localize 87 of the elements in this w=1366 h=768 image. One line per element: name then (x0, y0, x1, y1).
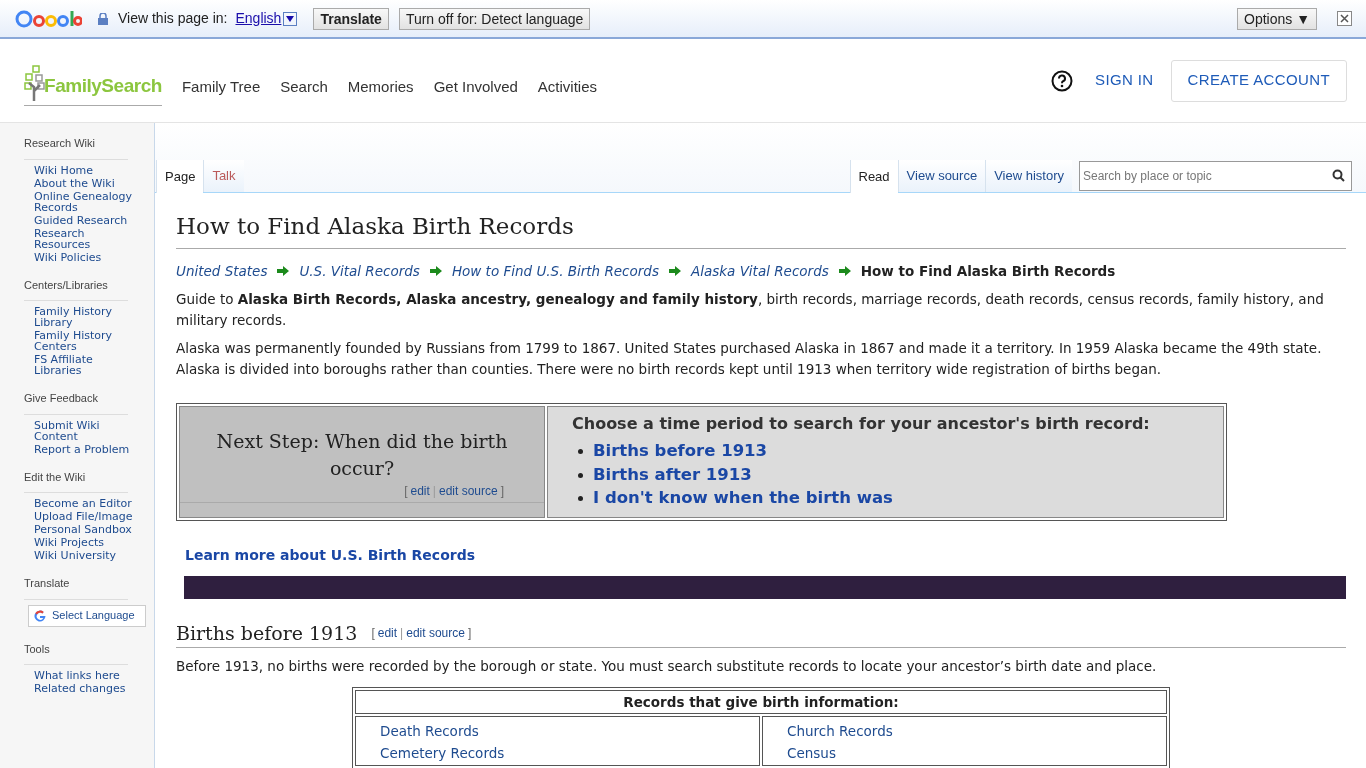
record-link[interactable]: Cemetery Records (380, 741, 759, 764)
breadcrumb-link[interactable]: U.S. Vital Records (299, 260, 420, 281)
breadcrumb-link[interactable]: Alaska Vital Records (690, 260, 829, 281)
bracket: [ (371, 625, 375, 640)
sidebar-heading: Give Feedback (24, 390, 128, 415)
close-button[interactable] (1337, 11, 1352, 26)
bracket: [ (404, 484, 408, 499)
arrow-icon (838, 265, 851, 276)
record-link[interactable]: Death Records (380, 719, 759, 742)
breadcrumb-current: How to Find Alaska Birth Records (860, 261, 1116, 281)
breadcrumb-link[interactable]: United States (176, 260, 268, 281)
view-tab[interactable]: View history (985, 160, 1072, 192)
next-step-heading: Choose a time period to search for your ancestor's birth record: (572, 412, 1151, 435)
sidebar-link[interactable]: Online Genealogy Records (34, 190, 142, 213)
view-tab[interactable]: Read (849, 160, 898, 193)
bracket: ] (467, 625, 472, 640)
sidebar-link[interactable]: Related changes (34, 683, 142, 694)
sidebar-link[interactable]: About the Wiki (34, 177, 142, 189)
search-field[interactable]: Search by place or topic (1079, 161, 1352, 191)
paragraph: Alaska was permanently founded by Russians from 1799 to 1867. United States purchased Alaska in 1867 and made it a territory. In 1959 Alaska became the 49th state. Alaska is divided into boroughs rather than counties. There were no birth records kept until 1913 when territory wide registration of births began. (176, 338, 1323, 379)
sidebar-link[interactable]: Become an Editor (34, 498, 142, 509)
page-tab[interactable]: Talk (203, 160, 244, 192)
page-tab[interactable]: Page (156, 160, 204, 193)
sidebar-heading: Tools (24, 640, 128, 665)
sidebar-link[interactable]: Family History Library (34, 306, 142, 328)
separator: | (432, 484, 436, 499)
paragraph: Guide to Alaska Birth Records, Alaska ancestry, genealogy and family history, birth records, marriage records, death records, census records, family history, and military records. (176, 289, 1325, 330)
select-language-widget[interactable]: Select Language (28, 604, 146, 627)
next-step-link[interactable]: I don't know when the birth was (593, 486, 893, 511)
sidebar-link[interactable]: Upload File/Image (34, 511, 142, 522)
bullet (578, 472, 583, 478)
breadcrumb-link[interactable]: How to Find U.S. Birth Records (451, 260, 659, 281)
sidebar-heading: Edit the Wiki (24, 468, 128, 493)
edit-source-link[interactable]: edit source (438, 484, 498, 499)
translate-button[interactable]: Translate (313, 7, 389, 30)
separator: | (400, 625, 404, 640)
table-header: Records that give birth information: (355, 689, 1167, 714)
sidebar-link[interactable]: Submit Wiki Content (34, 419, 142, 442)
search-icon[interactable] (1332, 169, 1345, 182)
learn-more-link[interactable]: Learn more about U.S. Birth Records (185, 544, 1346, 566)
nav-link[interactable]: Activities (537, 76, 598, 99)
record-link[interactable]: Church Records (787, 719, 1166, 742)
sidebar-heading: Research Wiki (24, 135, 128, 160)
turn-off-button[interactable]: Turn off for: Detect language (398, 7, 591, 30)
nav-link[interactable]: Family Tree (181, 76, 261, 99)
view-tab[interactable]: View source (897, 160, 986, 192)
lock-icon (98, 12, 108, 25)
dropdown-icon[interactable] (283, 11, 298, 26)
help-icon[interactable] (1051, 69, 1074, 92)
arrow-icon (277, 265, 290, 276)
sidebar-link[interactable]: Wiki Policies (34, 251, 142, 263)
paragraph: Before 1913, no births were recorded by the borough or state. You must search substitute records to locate your ancestor’s birth date and place. (176, 656, 1158, 676)
sign-in-link[interactable]: SIGN IN (1095, 69, 1154, 92)
sidebar-link[interactable]: Family History Centers (34, 330, 142, 352)
sidebar-heading: Translate (24, 575, 128, 600)
sidebar-link[interactable]: FS Affiliate Libraries (34, 354, 142, 376)
view-page-label: View this page in: (118, 9, 228, 28)
sidebar-link[interactable]: Guided Research (34, 214, 142, 226)
sidebar-link[interactable]: Research Resources (34, 227, 142, 250)
edit-source-link[interactable]: edit source (406, 625, 465, 640)
nav-link[interactable]: Search (280, 76, 328, 99)
google-g-icon (33, 608, 47, 623)
sidebar-heading: Centers/Libraries (24, 276, 128, 301)
sidebar-link[interactable]: What links here (34, 670, 142, 681)
arrow-icon (668, 265, 681, 276)
create-account-button[interactable]: CREATE ACCOUNT (1170, 59, 1347, 102)
page-title: How to Find Alaska Birth Records (176, 209, 1346, 249)
next-step-link[interactable]: Births before 1913 (593, 439, 768, 464)
sidebar-link[interactable]: Wiki Projects (34, 537, 142, 548)
section-heading: Births before 1913 (176, 620, 358, 645)
edit-link[interactable]: edit (377, 625, 398, 640)
record-link[interactable]: Census (787, 741, 1166, 764)
sidebar-link[interactable]: Wiki Home (34, 164, 142, 176)
next-step-link[interactable]: Births after 1913 (593, 462, 752, 488)
bullet (578, 496, 583, 501)
arrow-icon (429, 265, 442, 276)
language-link[interactable]: English (235, 8, 282, 29)
sidebar-link[interactable]: Report a Problem (34, 443, 142, 455)
bracket: ] (500, 484, 504, 499)
nav-link[interactable]: Get Involved (433, 76, 518, 99)
bullet (578, 449, 583, 454)
options-button[interactable]: Options ▼ (1237, 7, 1317, 30)
edit-link[interactable]: edit (410, 484, 430, 499)
sidebar-link[interactable]: Personal Sandbox (34, 524, 142, 535)
sidebar-link[interactable]: Wiki University (34, 550, 142, 561)
next-step-title: Next Step: When did the birth occur? (215, 429, 509, 482)
nav-link[interactable]: Memories (347, 76, 414, 99)
